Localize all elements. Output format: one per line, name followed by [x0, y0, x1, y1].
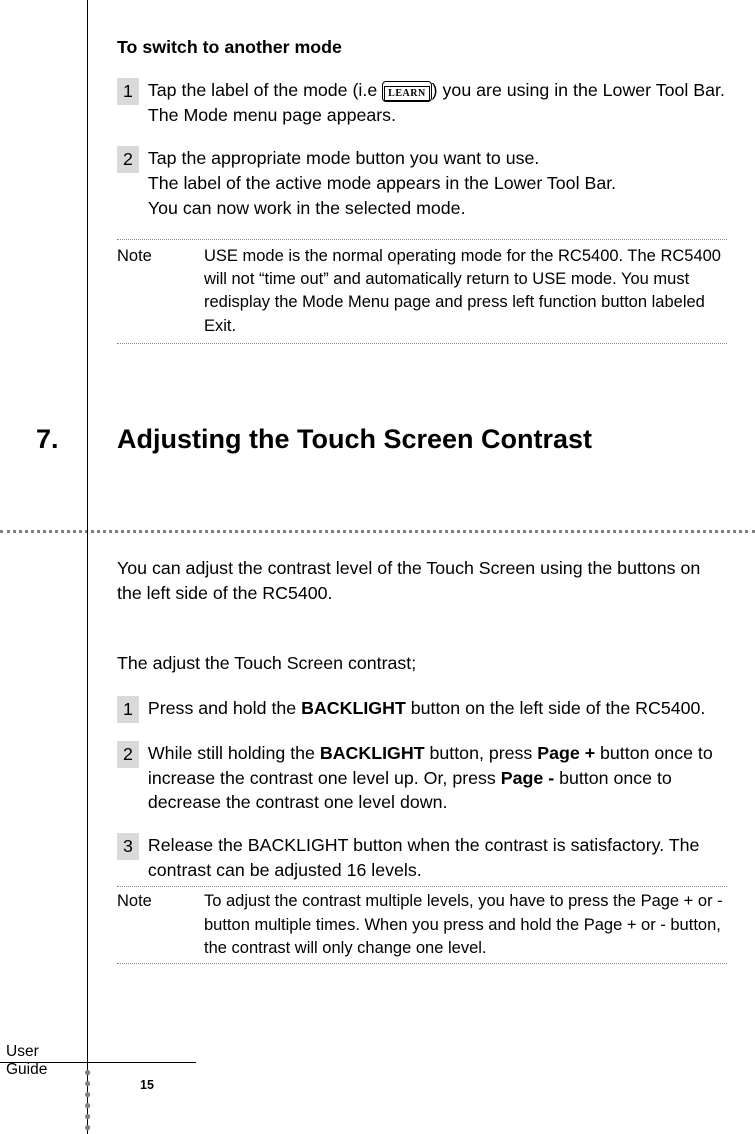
step-number: 2 [117, 146, 139, 173]
lead-paragraph: The adjust the Touch Screen contrast; [117, 651, 727, 676]
intro-paragraph: You can adjust the contrast level of the… [117, 556, 727, 606]
step-text: While still holding the [148, 743, 320, 763]
bold-term: BACKLIGHT [320, 743, 425, 763]
step-number: 3 [117, 833, 139, 860]
note-body: USE mode is the normal operating mode fo… [204, 245, 727, 339]
step-text: The label of the active mode appears in … [148, 173, 616, 193]
dotted-divider [0, 530, 755, 533]
content-area-lower: You can adjust the contrast level of the… [117, 540, 727, 964]
step-item: 1 Tap the label of the mode (i.e LEARN) … [117, 78, 727, 128]
bold-term: Page + [537, 743, 595, 763]
step-item: 3 Release the BACKLIGHT button when the … [117, 833, 727, 883]
step-number: 2 [117, 741, 139, 768]
step-text: The Mode menu page appears. [148, 105, 396, 125]
step-text: Release the BACKLIGHT button when the co… [148, 835, 700, 880]
note-body: To adjust the contrast multiple levels, … [204, 890, 727, 960]
step-item: 1 Press and hold the BACKLIGHT button on… [117, 696, 727, 723]
learn-mode-label: LEARN [384, 86, 430, 101]
content-area: To switch to another mode 1 Tap the labe… [117, 37, 727, 468]
note-block: Note To adjust the contrast multiple lev… [117, 886, 727, 964]
step-body: Press and hold the BACKLIGHT button on t… [148, 696, 727, 721]
bold-term: BACKLIGHT [301, 698, 406, 718]
step-item: 2 While still holding the BACKLIGHT butt… [117, 741, 727, 816]
page-number: 15 [140, 1078, 154, 1092]
step-text: button, press [425, 743, 538, 763]
step-text: You can now work in the selected mode. [148, 198, 466, 218]
step-body: While still holding the BACKLIGHT button… [148, 741, 727, 816]
step-item: 2 Tap the appropriate mode button you wa… [117, 146, 727, 221]
user-guide-label: User Guide [0, 1039, 87, 1081]
section-title: Adjusting the Touch Screen Contrast [117, 424, 755, 455]
step-number: 1 [117, 78, 139, 105]
step-body: Tap the appropriate mode button you want… [148, 146, 727, 221]
note-block: Note USE mode is the normal operating mo… [117, 239, 727, 345]
note-label: Note [117, 890, 204, 960]
footer-dots: ●●●●●● [84, 1066, 91, 1132]
step-text: Tap the appropriate mode button you want… [148, 148, 539, 168]
bold-term: Page - [501, 768, 554, 788]
step-text: Press and hold the [148, 698, 301, 718]
step-text: ) you are using in the Lower Tool Bar. [432, 80, 725, 100]
section-heading-row: 7. Adjusting the Touch Screen Contrast [117, 424, 755, 468]
page: To switch to another mode 1 Tap the labe… [0, 0, 755, 1134]
note-label: Note [117, 245, 204, 339]
step-text: Tap the label of the mode (i.e [148, 80, 382, 100]
step-text: button on the left side of the RC5400. [406, 698, 706, 718]
step-body: Release the BACKLIGHT button when the co… [148, 833, 727, 883]
subsection-heading: To switch to another mode [117, 37, 727, 58]
user-guide-underline [0, 1062, 196, 1063]
step-body: Tap the label of the mode (i.e LEARN) yo… [148, 78, 727, 128]
vertical-rule [87, 0, 88, 1134]
step-number: 1 [117, 696, 139, 723]
learn-mode-badge: LEARN [382, 81, 432, 102]
